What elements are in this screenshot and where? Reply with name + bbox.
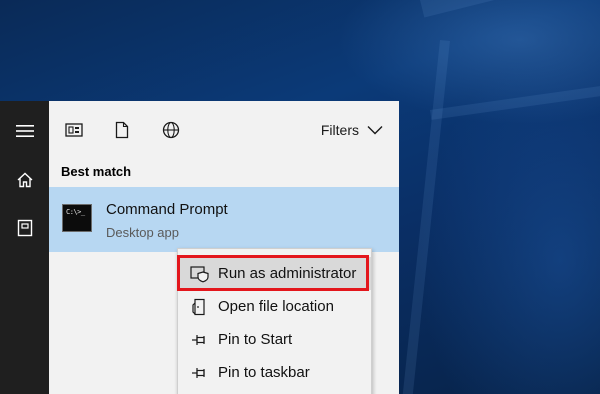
web-icon — [162, 121, 180, 139]
context-menu: Run as administrator Open file location … — [177, 248, 372, 394]
menu-item-run-as-administrator[interactable]: Run as administrator — [178, 257, 371, 290]
menu-item-label: Pin to Start — [218, 331, 293, 348]
apps-icon — [65, 123, 83, 137]
hamburger-menu-button[interactable] — [0, 109, 49, 153]
chevron-down-icon — [367, 126, 383, 135]
pin-icon — [189, 362, 211, 384]
pin-icon — [189, 329, 211, 351]
documents-filter-button[interactable] — [110, 118, 134, 142]
wallpaper-light-beam — [402, 40, 450, 394]
home-button[interactable] — [0, 158, 49, 202]
notebook-button[interactable] — [0, 206, 49, 250]
file-location-icon — [189, 296, 211, 318]
menu-item-pin-to-taskbar[interactable]: Pin to taskbar — [178, 356, 371, 389]
start-left-rail — [0, 101, 49, 394]
command-prompt-icon: C:\>_ — [62, 204, 92, 232]
menu-item-label: Open file location — [218, 298, 334, 315]
menu-item-label: Run as administrator — [218, 265, 357, 282]
shield-icon — [189, 263, 211, 285]
wallpaper-light-beam — [430, 79, 600, 120]
documents-icon — [115, 121, 129, 139]
search-toolbar: Filters — [49, 101, 399, 157]
result-title: Command Prompt — [106, 201, 228, 218]
command-prompt-icon-text: C:\>_ — [66, 208, 85, 216]
wallpaper-light-beam — [420, 0, 600, 18]
web-filter-button[interactable] — [159, 118, 183, 142]
apps-filter-button[interactable] — [62, 118, 86, 142]
notebook-icon — [17, 219, 32, 237]
menu-item-open-file-location[interactable]: Open file location — [178, 290, 371, 323]
result-subtitle: Desktop app — [106, 225, 179, 240]
best-match-heading: Best match — [61, 164, 132, 179]
filters-label: Filters — [320, 122, 359, 138]
hamburger-menu-icon — [15, 125, 34, 137]
filters-dropdown[interactable]: Filters — [321, 120, 383, 140]
home-icon — [17, 172, 32, 188]
menu-item-label: Pin to taskbar — [218, 364, 310, 381]
menu-item-pin-to-start[interactable]: Pin to Start — [178, 323, 371, 356]
search-result-command-prompt[interactable]: C:\>_ Command Prompt Desktop app — [49, 187, 399, 252]
